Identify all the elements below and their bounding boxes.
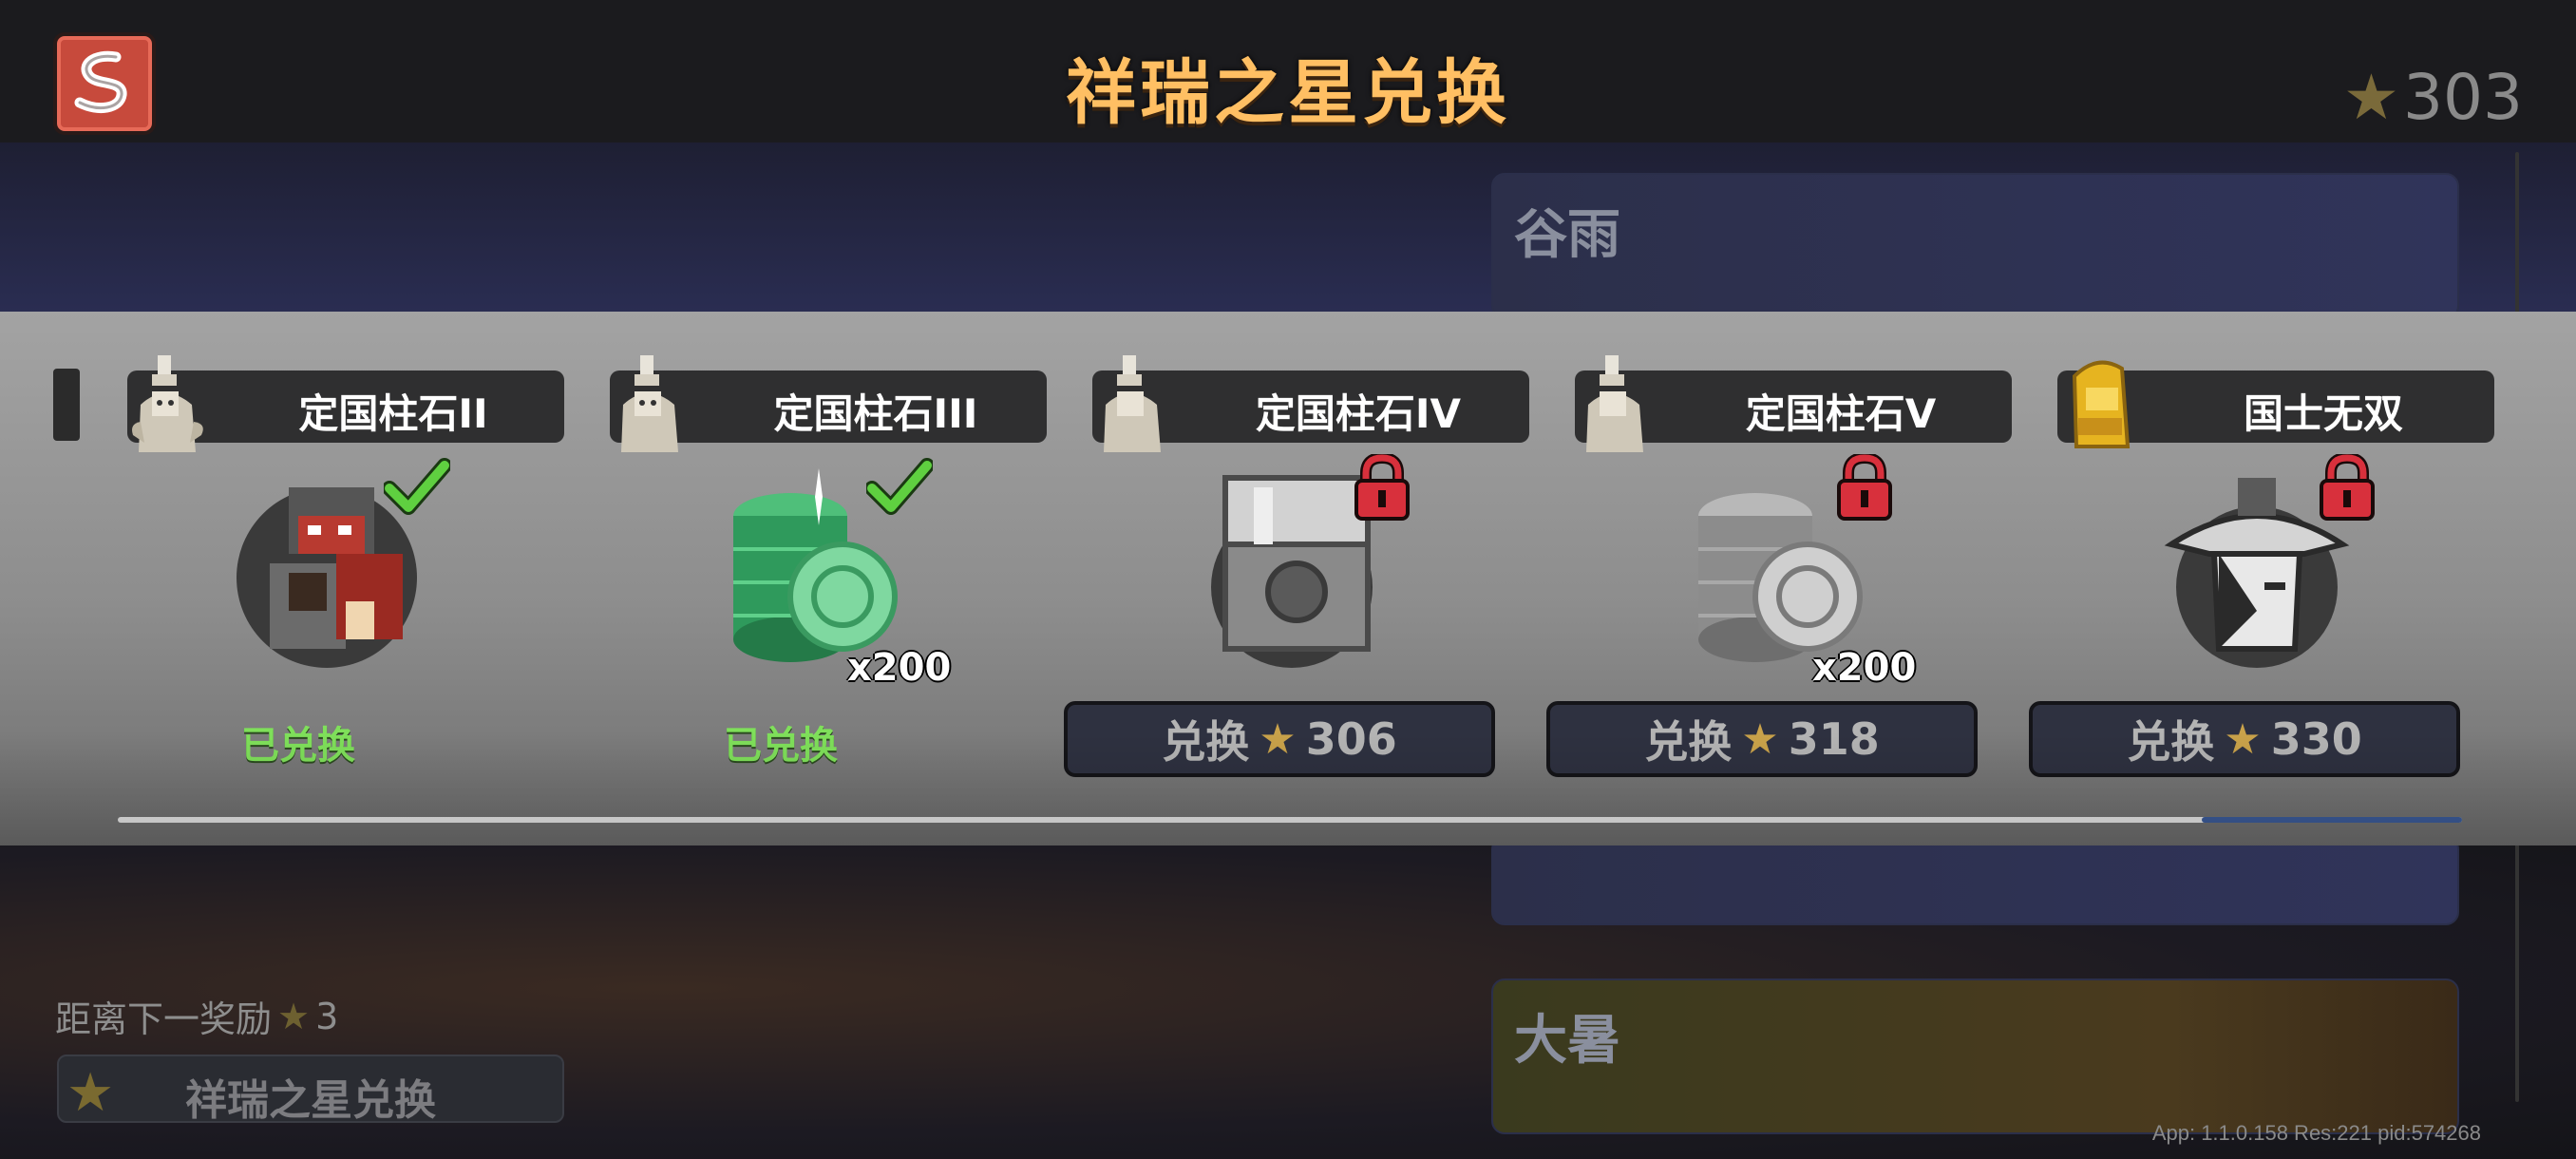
redeem-cost: 306 [1305, 713, 1397, 765]
scroll-left-edge [53, 369, 80, 441]
background-card-title: 大暑 [1514, 1010, 1620, 1072]
star-icon: ★ [2342, 61, 2400, 134]
reward-quantity: x200 [847, 646, 952, 690]
next-reward-info: 距离下一奖励 ★ 3 [55, 990, 338, 1042]
background-card-dashu[interactable]: 大暑 [1491, 978, 2459, 1134]
next-reward-value: 3 [315, 995, 339, 1037]
reward-name: 定国柱石III [773, 390, 978, 437]
next-reward-label: 距离下一奖励 [55, 998, 273, 1040]
progress-thumb[interactable] [2202, 817, 2462, 823]
redeem-button[interactable]: 兑换 ★ 306 [1064, 701, 1495, 777]
reward-name: 定国柱石II [298, 390, 488, 437]
reward-card[interactable]: 国士无双 兑换 ★ 330 [2029, 312, 2494, 777]
statue-icon [132, 355, 203, 452]
background-card-guyu[interactable]: 谷雨 [1491, 173, 2459, 319]
statue-icon [1586, 355, 1643, 452]
redeemed-label: 已兑换 [241, 724, 355, 768]
reward-card[interactable]: 定国柱石II 已兑换 [127, 312, 564, 768]
progress-track[interactable] [118, 817, 2462, 823]
reward-card[interactable]: 定国柱石III x200 已兑换 [610, 312, 1047, 768]
reward-card[interactable]: 定国柱石V x200 兑换 ★ 318 [1546, 312, 2012, 777]
background-card-middle [1491, 836, 2459, 925]
star-icon: ★ [1259, 714, 1297, 764]
star-icon: ★ [1741, 714, 1779, 764]
redeem-button-label: 兑换 [2127, 716, 2215, 768]
reward-band: 定国柱石II 已兑换 定国柱石III x200 已兑换 定国柱石IV 兑换 ★ … [0, 312, 2576, 846]
lock-icon [1354, 454, 1410, 521]
redeem-button[interactable]: 兑换 ★ 318 [1546, 701, 1978, 777]
build-info: App: 1.1.0.158 Res:221 pid:574268 [2151, 1121, 2481, 1145]
page-title: 祥瑞之星兑换 [1066, 52, 1510, 134]
lock-icon [2320, 454, 2375, 521]
gold-statue-icon [2072, 360, 2131, 448]
statue-icon [1104, 355, 1161, 452]
lock-icon [1837, 454, 1892, 521]
reward-name: 定国柱石IV [1255, 390, 1462, 437]
reward-name: 国士无双 [2243, 390, 2403, 437]
redeem-button-label: 兑换 [1162, 716, 1250, 768]
star-exchange-button-label: 祥瑞之星兑换 [185, 1076, 436, 1125]
star-icon: ★ [2224, 714, 2262, 764]
redeem-cost: 330 [2270, 713, 2362, 765]
star-icon: ★ [277, 995, 311, 1037]
reward-name: 定国柱石V [1745, 390, 1937, 437]
redeemed-label: 已兑换 [724, 724, 838, 768]
statue-icon [621, 355, 678, 452]
check-icon [384, 458, 450, 515]
redeem-button-label: 兑换 [1644, 716, 1733, 768]
star-balance-value: 303 [2403, 61, 2523, 134]
reward-card[interactable]: 定国柱石IV 兑换 ★ 306 [1064, 312, 1529, 777]
check-icon [866, 458, 933, 515]
star-exchange-button[interactable]: ★ 祥瑞之星兑换 [57, 1054, 564, 1125]
star-balance: ★ 303 [2343, 61, 2523, 134]
redeem-button[interactable]: 兑换 ★ 330 [2029, 701, 2460, 777]
reward-quantity: x200 [1812, 646, 1917, 690]
background-card-title: 谷雨 [1514, 204, 1620, 266]
redeem-cost: 318 [1788, 713, 1880, 765]
